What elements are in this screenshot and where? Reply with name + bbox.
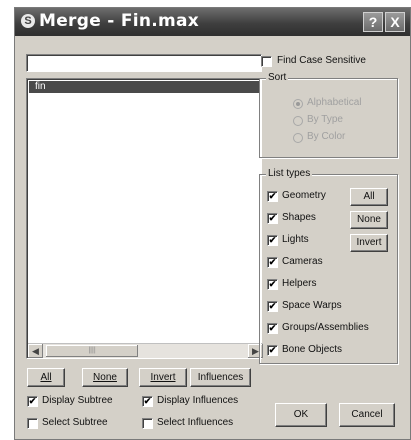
shapes-label: Shapes xyxy=(282,212,316,223)
merge-dialog: S Merge - Fin.max ? X fin ◀ |||| ▶ All N… xyxy=(14,7,411,440)
sort-by-color-radio[interactable] xyxy=(293,133,303,143)
find-case-sensitive-label: Find Case Sensitive xyxy=(277,55,366,66)
geometry-label: Geometry xyxy=(282,190,326,201)
bone-objects-label: Bone Objects xyxy=(282,344,343,355)
sort-by-type-radio[interactable] xyxy=(293,116,303,126)
sort-by-type-label: By Type xyxy=(307,114,343,125)
select-subtree-checkbox[interactable] xyxy=(27,418,38,429)
select-none-button[interactable]: None xyxy=(82,368,128,387)
sort-alphabetical-radio[interactable] xyxy=(293,99,303,109)
window-title: Merge - Fin.max xyxy=(39,11,200,31)
filter-input[interactable] xyxy=(26,54,262,72)
list-types-group: List types ✔ Geometry ✔ Shapes ✔ Lights … xyxy=(259,168,398,364)
list-types-invert-button[interactable]: Invert xyxy=(350,234,388,252)
select-influences-checkbox[interactable] xyxy=(142,418,153,429)
horizontal-scrollbar[interactable]: ◀ |||| ▶ xyxy=(28,343,263,358)
influences-button[interactable]: Influences xyxy=(190,368,251,387)
cancel-button[interactable]: Cancel xyxy=(339,403,395,427)
sort-alphabetical-label: Alphabetical xyxy=(307,97,362,108)
geometry-checkbox[interactable]: ✔ xyxy=(267,191,278,202)
title-bar[interactable]: S Merge - Fin.max ? X xyxy=(15,8,410,36)
display-influences-label: Display Influences xyxy=(157,395,239,406)
ok-button[interactable]: OK xyxy=(275,403,327,427)
display-influences-checkbox[interactable]: ✔ xyxy=(142,396,153,407)
select-all-button[interactable]: All xyxy=(27,368,65,387)
sort-by-color-label: By Color xyxy=(307,131,346,142)
cameras-label: Cameras xyxy=(282,256,323,267)
cameras-checkbox[interactable]: ✔ xyxy=(267,257,278,268)
space-warps-checkbox[interactable]: ✔ xyxy=(267,301,278,312)
help-button[interactable]: ? xyxy=(363,12,383,32)
list-types-all-button[interactable]: All xyxy=(350,188,388,206)
groups-assemblies-checkbox[interactable]: ✔ xyxy=(267,323,278,334)
close-button[interactable]: X xyxy=(385,12,405,32)
list-types-legend: List types xyxy=(266,168,313,179)
groups-assemblies-label: Groups/Assemblies xyxy=(282,322,369,333)
display-subtree-checkbox[interactable]: ✔ xyxy=(27,396,38,407)
select-influences-label: Select Influences xyxy=(157,417,234,428)
find-case-sensitive-checkbox[interactable] xyxy=(261,56,272,67)
scroll-left-icon[interactable]: ◀ xyxy=(28,344,43,358)
shapes-checkbox[interactable]: ✔ xyxy=(267,213,278,224)
helpers-checkbox[interactable]: ✔ xyxy=(267,279,278,290)
bone-objects-checkbox[interactable]: ✔ xyxy=(267,345,278,356)
list-types-none-button[interactable]: None xyxy=(350,211,388,229)
sort-legend: Sort xyxy=(266,72,289,83)
invert-selection-button[interactable]: Invert xyxy=(139,368,187,387)
lights-checkbox[interactable]: ✔ xyxy=(267,235,278,246)
space-warps-label: Space Warps xyxy=(282,300,342,311)
sort-group: Sort Alphabetical By Type By Color xyxy=(259,72,398,158)
object-list[interactable]: fin xyxy=(26,78,262,359)
helpers-label: Helpers xyxy=(282,278,317,289)
app-icon: S xyxy=(21,14,35,28)
scroll-thumb[interactable]: |||| xyxy=(46,345,138,357)
select-subtree-label: Select Subtree xyxy=(42,417,108,428)
display-subtree-label: Display Subtree xyxy=(42,395,113,406)
list-item[interactable]: fin xyxy=(29,81,259,93)
lights-label: Lights xyxy=(282,234,309,245)
